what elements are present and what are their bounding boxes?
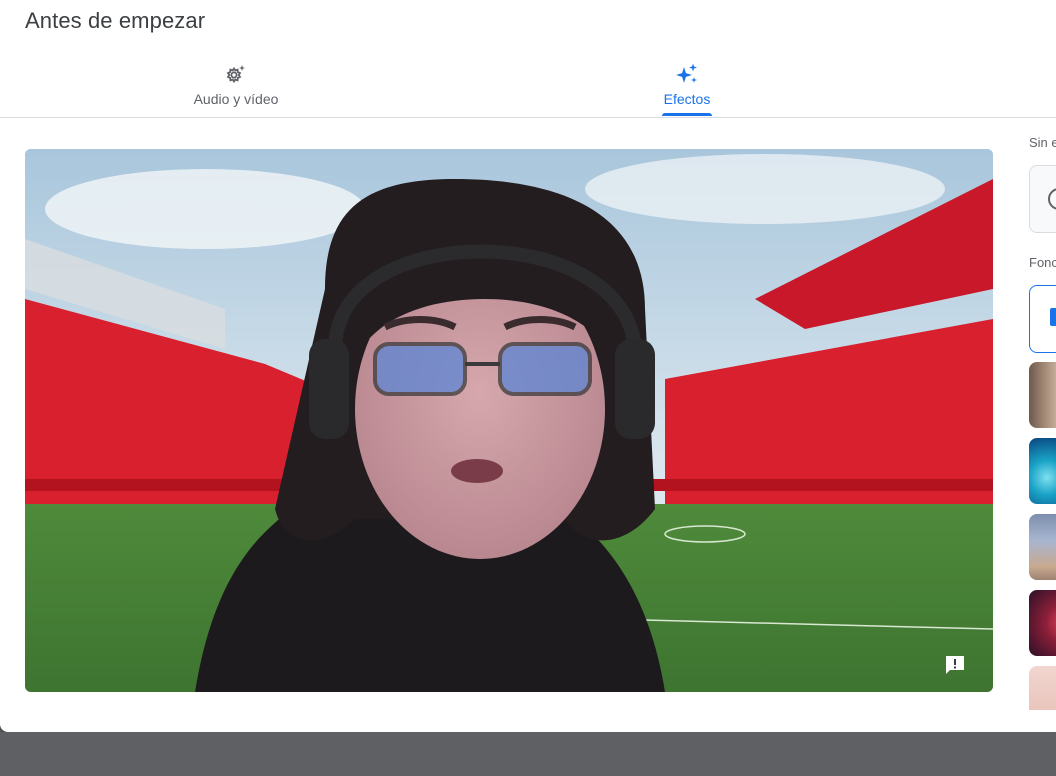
- background-thumbnail[interactable]: [1029, 666, 1056, 710]
- upload-background-option[interactable]: [1029, 285, 1056, 353]
- backgrounds-section-label: Fonc: [1029, 255, 1056, 270]
- tab-audio-video[interactable]: Audio y vídeo: [170, 58, 302, 118]
- upload-background-icon: [1050, 308, 1056, 326]
- settings-sparkle-icon: [226, 65, 245, 84]
- active-tab-indicator: [662, 113, 712, 116]
- feedback-icon: [946, 656, 964, 674]
- feedback-button[interactable]: [939, 649, 971, 681]
- preview-image: [25, 149, 993, 692]
- tab-effects-label: Efectos: [663, 91, 711, 107]
- camera-preview: [25, 149, 993, 692]
- background-thumbnail[interactable]: [1029, 362, 1056, 428]
- tab-effects[interactable]: Efectos: [640, 58, 734, 118]
- background-thumbnail[interactable]: [1029, 438, 1056, 504]
- background-thumbnail[interactable]: [1029, 590, 1056, 656]
- background-thumbnail[interactable]: [1029, 514, 1056, 580]
- tabs-divider: [0, 117, 1056, 118]
- backdrop: [0, 732, 1056, 776]
- no-effect-option[interactable]: [1029, 165, 1056, 233]
- sparkle-icon: [676, 63, 697, 83]
- tab-audio-video-label: Audio y vídeo: [193, 91, 279, 107]
- effects-dialog: Antes de empezar Audio y vídeo Efectos S…: [0, 0, 1056, 732]
- no-effect-icon: [1048, 188, 1056, 210]
- no-effects-section-label: Sin e: [1029, 135, 1056, 150]
- dialog-title: Antes de empezar: [25, 8, 206, 33]
